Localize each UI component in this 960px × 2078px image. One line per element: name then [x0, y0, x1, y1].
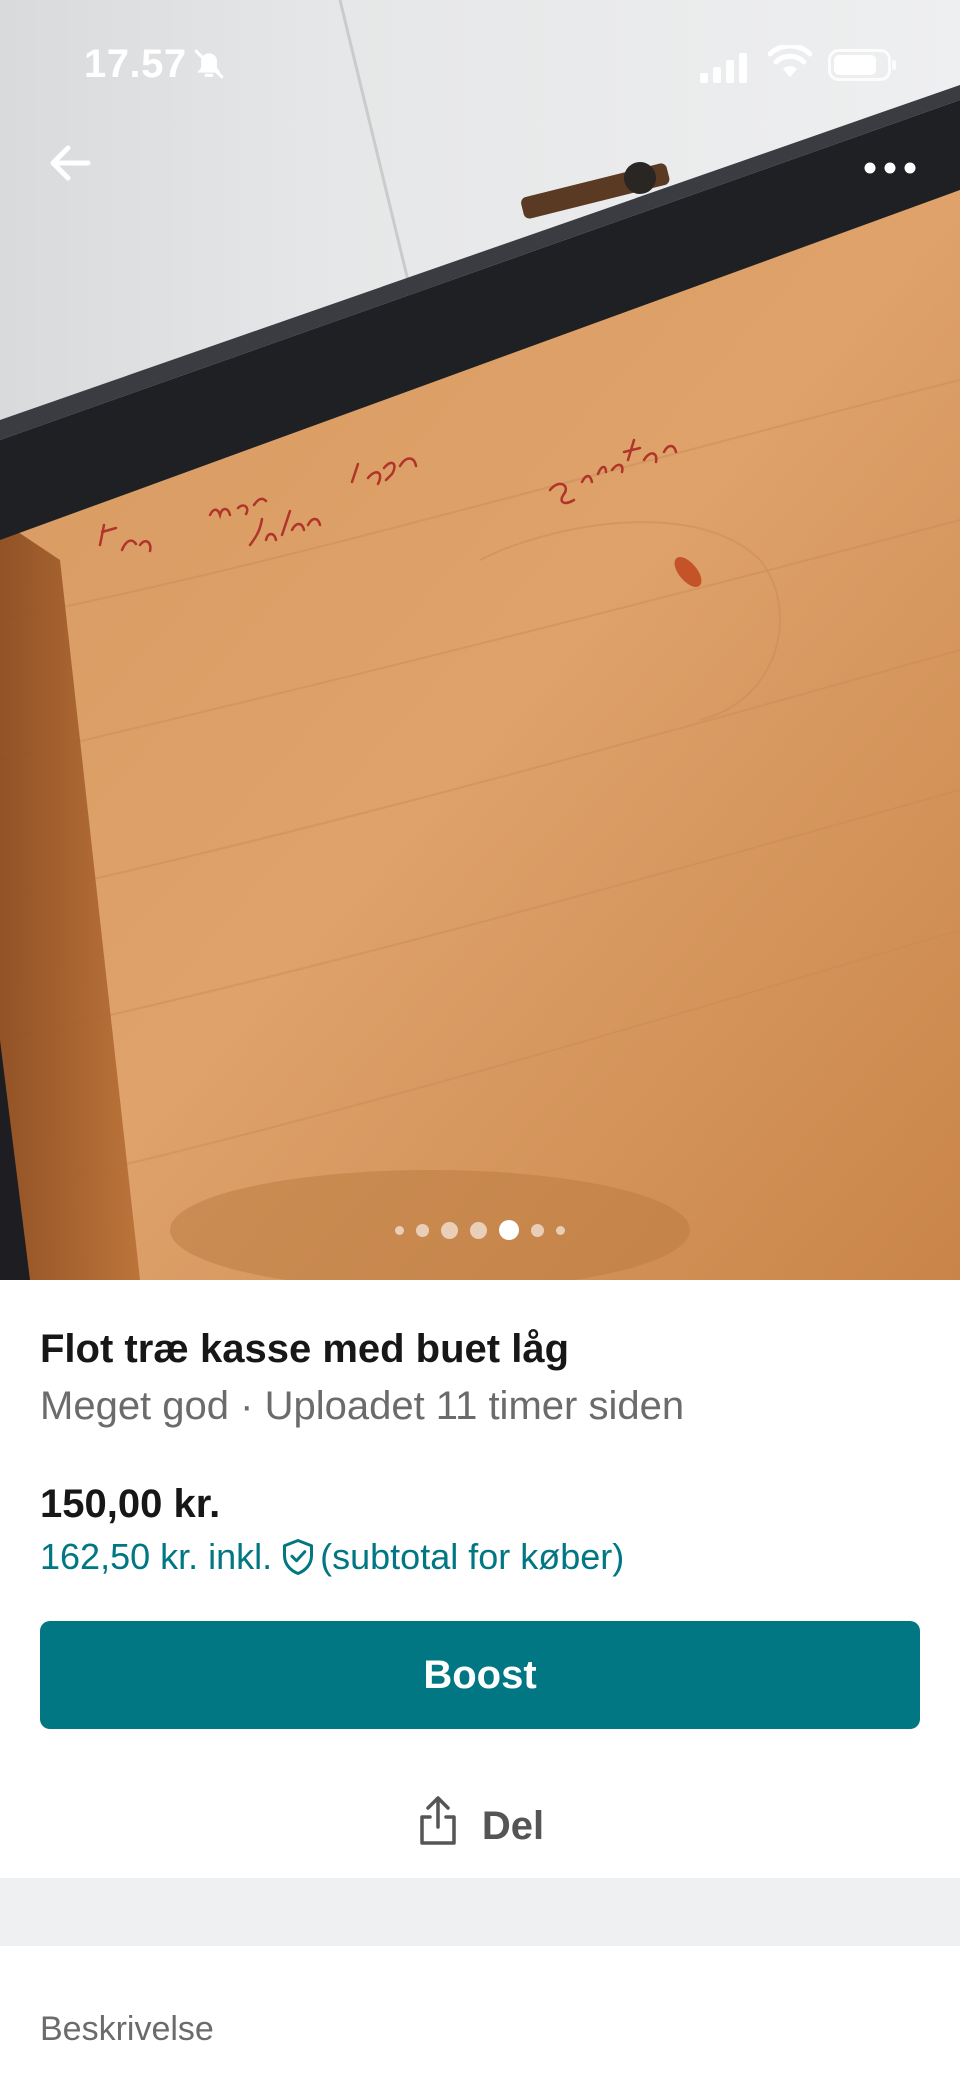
buyer-price-amount: 162,50 kr. inkl.	[40, 1536, 273, 1577]
share-button[interactable]: Del	[0, 1790, 960, 1862]
shield-check-icon	[280, 1537, 316, 1577]
buyer-price-note: (subtotal for køber)	[320, 1536, 625, 1577]
listing-price: 150,00 kr.	[40, 1482, 221, 1526]
back-button[interactable]	[40, 135, 100, 195]
buyer-price-link[interactable]: 162,50 kr. inkl. (subtotal for køber)	[40, 1536, 624, 1578]
pagination-dot[interactable]	[395, 1225, 404, 1235]
listing-meta: Meget god · Uploadet 11 timer siden	[40, 1384, 685, 1428]
more-horizontal-icon	[864, 161, 916, 179]
wifi-icon	[767, 43, 813, 89]
more-options-button[interactable]	[860, 145, 920, 195]
wood-box-image	[0, 0, 960, 1280]
listing-title: Flot træ kasse med buet låg	[40, 1327, 570, 1371]
battery-icon	[828, 46, 898, 91]
bell-slash-icon	[192, 46, 226, 91]
status-time: 17.57	[84, 42, 187, 86]
section-divider	[0, 1878, 960, 1946]
pagination-dot[interactable]	[470, 1221, 487, 1239]
pagination-dot-active[interactable]	[499, 1220, 519, 1240]
boost-button[interactable]: Boost	[40, 1621, 920, 1729]
share-icon	[416, 1795, 460, 1857]
description-heading: Beskrivelse	[40, 2010, 214, 2048]
status-bar: 17.57	[0, 0, 960, 130]
gallery-pagination	[0, 1220, 960, 1240]
signal-icon	[700, 48, 750, 93]
share-label: Del	[481, 1803, 545, 1848]
pagination-dot[interactable]	[441, 1221, 458, 1239]
arrow-left-icon	[48, 143, 92, 188]
pagination-dot[interactable]	[531, 1223, 544, 1237]
pagination-dot[interactable]	[556, 1225, 565, 1235]
listing-photo[interactable]: 17.57	[0, 0, 960, 1280]
pagination-dot[interactable]	[416, 1223, 429, 1237]
